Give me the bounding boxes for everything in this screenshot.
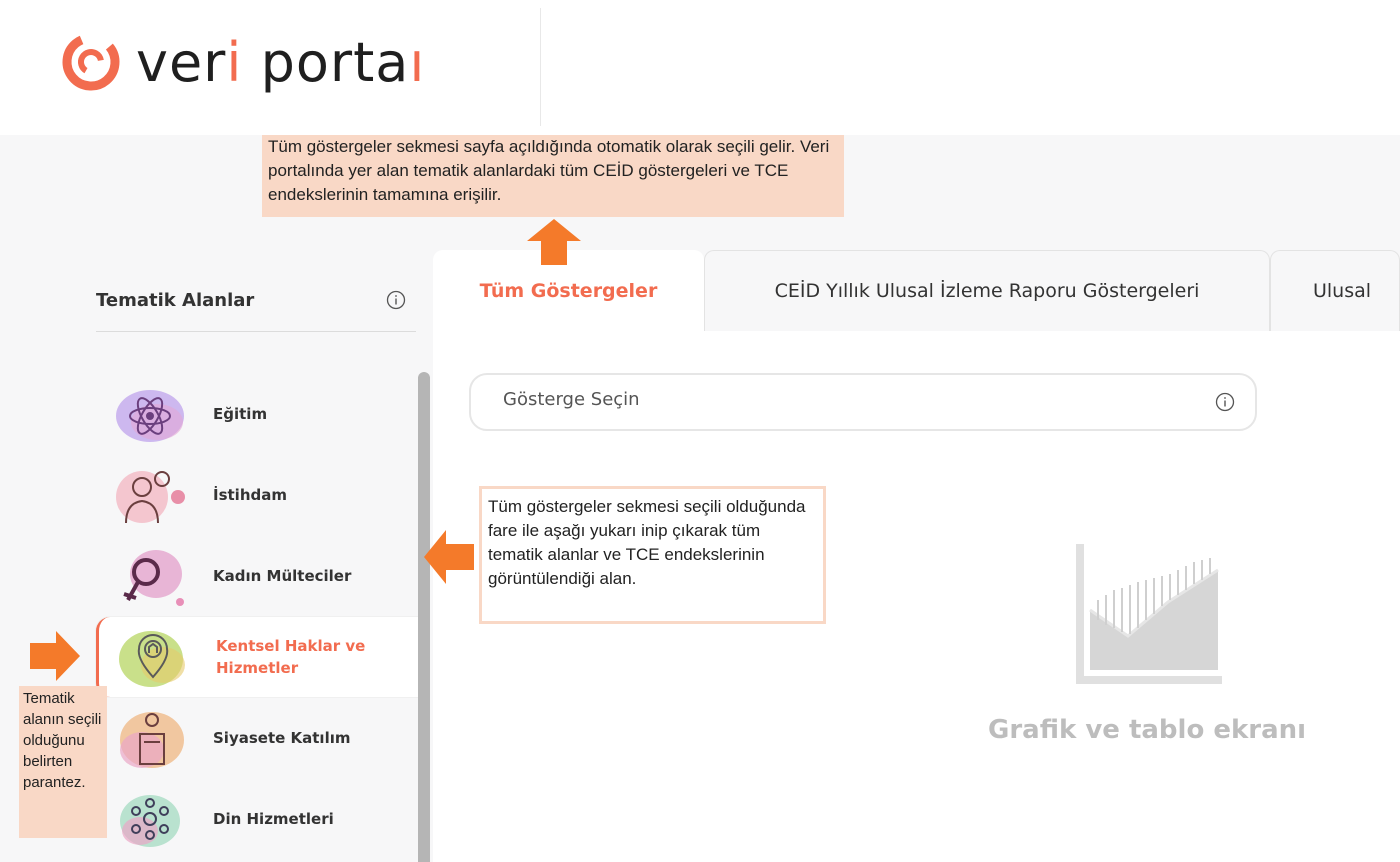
sidebar-item-label: İstihdam <box>213 486 287 504</box>
sidebar-item-label: Din Hizmetleri <box>213 810 334 828</box>
tab-ceid-yillik-raporu[interactable]: CEİD Yıllık Ulusal İzleme Raporu Gösterg… <box>704 250 1270 331</box>
chart-placeholder-icon <box>1076 544 1222 684</box>
atom-icon <box>116 390 184 442</box>
location-pin-icon <box>119 631 185 687</box>
info-icon[interactable] <box>1215 392 1235 412</box>
sidebar-divider <box>96 331 416 332</box>
sidebar-item-kentsel-haklar[interactable]: Kentsel Haklar ve Hizmetler <box>96 617 419 697</box>
arrow-up-icon <box>527 219 581 265</box>
info-icon[interactable] <box>386 290 406 310</box>
sidebar-item-siyasete-katilim[interactable]: Siyasete Katılım <box>96 698 416 778</box>
annotation-middle: Tüm göstergeler sekmesi seçili olduğunda… <box>479 486 826 624</box>
sidebar-title: Tematik Alanlar <box>96 290 255 311</box>
logo-text: veri portaı <box>136 30 426 94</box>
arrow-left-icon <box>424 530 474 584</box>
logo-mark-icon <box>62 33 120 91</box>
female-symbol-icon <box>123 550 184 606</box>
sidebar-item-label: Siyasete Katılım <box>213 729 351 747</box>
sidebar-item-label: Kadın Mülteciler <box>213 567 352 585</box>
annotation-top: Tüm göstergeler sekmesi sayfa açıldığınd… <box>262 135 844 217</box>
sidebar-item-label: Eğitim <box>213 405 268 423</box>
header: veri portaı <box>0 0 1400 135</box>
sidebar-item-istihdam[interactable]: İstihdam <box>96 455 416 535</box>
sidebar-scrollbar[interactable] <box>418 372 430 862</box>
graph-area-label: Grafik ve tablo ekranı <box>988 715 1307 745</box>
tab-ulusal[interactable]: Ulusal <box>1270 250 1400 331</box>
sidebar-item-egitim[interactable]: Eğitim <box>96 374 416 454</box>
worker-icon <box>116 471 185 524</box>
arrow-right-icon <box>30 631 80 681</box>
sidebar-item-din-hizmetleri[interactable]: Din Hizmetleri <box>96 779 416 859</box>
indicator-select-placeholder: Gösterge Seçin <box>503 389 640 410</box>
indicator-select[interactable]: Gösterge Seçin <box>469 373 1257 431</box>
podium-speaker-icon <box>120 712 184 768</box>
religion-icon <box>120 795 180 847</box>
sidebar-item-kadin-multeciler[interactable]: Kadın Mülteciler <box>96 536 416 616</box>
veri-portali-logo[interactable]: veri portaı <box>60 22 425 102</box>
annotation-left: Tematik alanın seçili olduğunu belirten … <box>19 686 107 838</box>
sidebar-item-label: Kentsel Haklar ve Hizmetler <box>216 637 366 677</box>
header-divider <box>540 8 541 126</box>
